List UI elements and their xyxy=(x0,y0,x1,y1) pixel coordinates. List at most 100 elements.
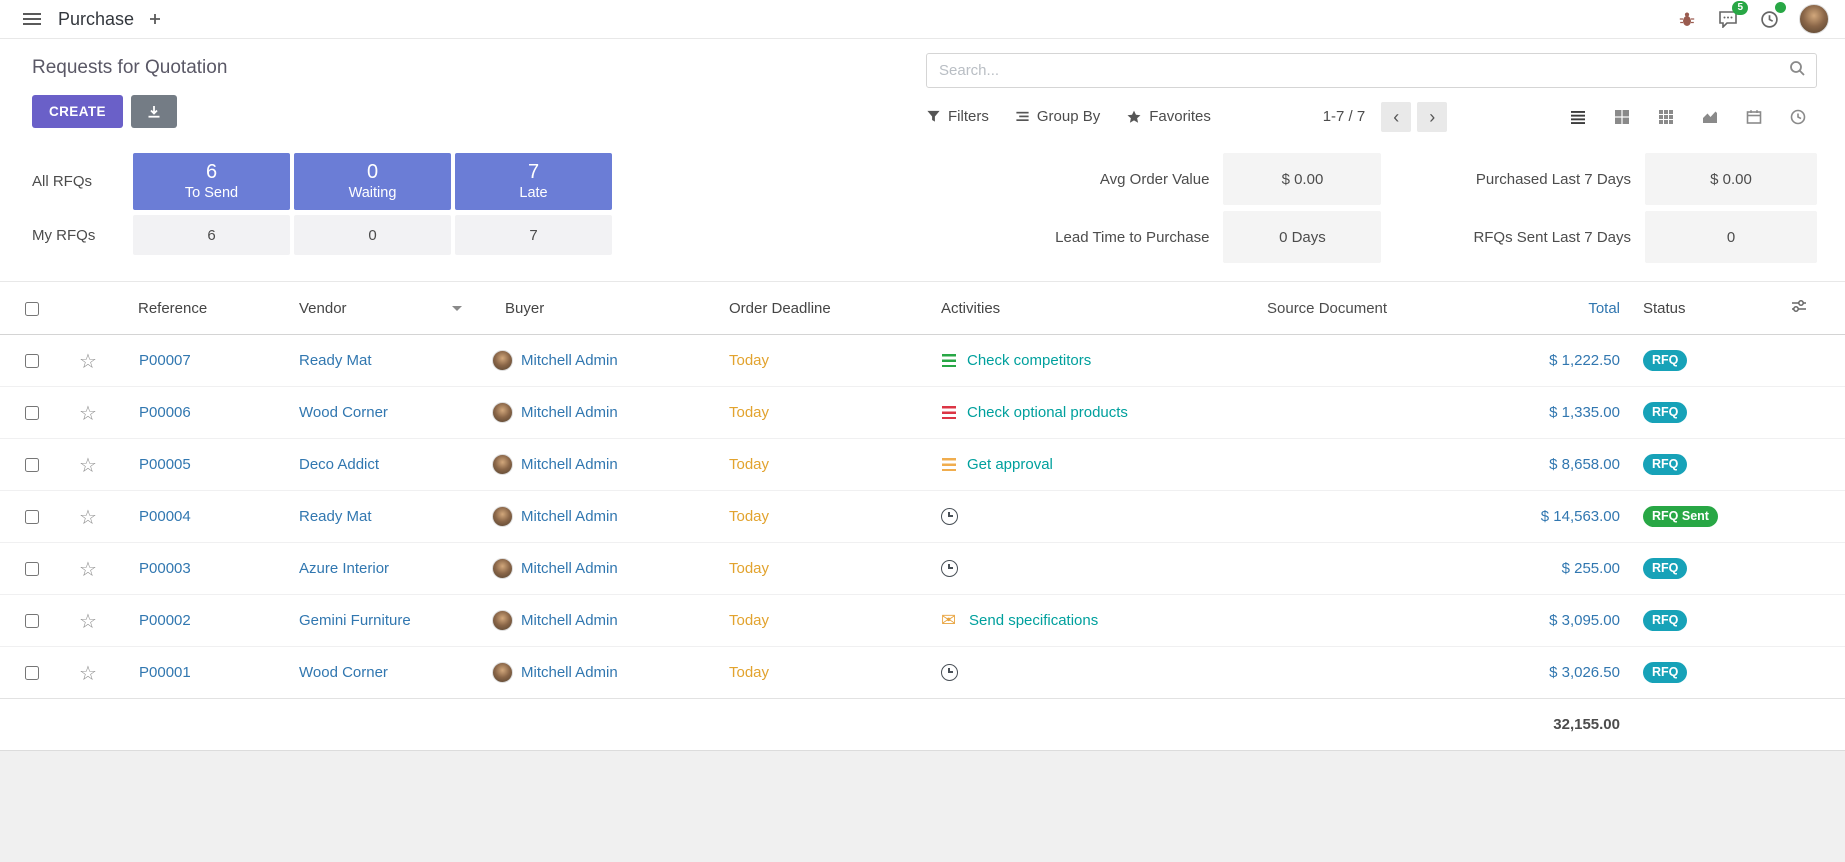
buyer-link[interactable]: Mitchell Admin xyxy=(521,456,618,473)
plus-icon[interactable] xyxy=(144,8,166,30)
table-row[interactable]: ☆ P00001 Wood Corner Mitchell Admin Toda… xyxy=(0,647,1845,699)
search-bar[interactable] xyxy=(926,53,1817,88)
activity-label[interactable]: Check optional products xyxy=(967,404,1128,421)
reference-link[interactable]: P00003 xyxy=(139,560,191,577)
vendor-link[interactable]: Gemini Furniture xyxy=(299,612,411,629)
column-header-source-document[interactable]: Source Document xyxy=(1240,282,1440,335)
vendor-link[interactable]: Ready Mat xyxy=(299,352,372,369)
table-row[interactable]: ☆ P00006 Wood Corner Mitchell Admin Toda… xyxy=(0,387,1845,439)
optional-columns-icon[interactable] xyxy=(1790,302,1808,319)
search-icon[interactable] xyxy=(1788,59,1806,82)
row-checkbox[interactable] xyxy=(25,406,39,420)
stat-value-avg-order-value[interactable]: $ 0.00 xyxy=(1223,153,1381,205)
late-label: Late xyxy=(519,184,547,203)
column-header-activities[interactable]: Activities xyxy=(914,282,1240,335)
tile-my-late[interactable]: 7 xyxy=(455,215,612,255)
column-header-buyer[interactable]: Buyer xyxy=(478,282,702,335)
table-row[interactable]: ☆ P00002 Gemini Furniture Mitchell Admin… xyxy=(0,595,1845,647)
view-calendar-button[interactable] xyxy=(1735,102,1773,132)
view-graph-button[interactable] xyxy=(1691,102,1729,132)
column-header-status[interactable]: Status xyxy=(1632,282,1752,335)
vendor-link[interactable]: Wood Corner xyxy=(299,664,388,681)
search-input[interactable] xyxy=(937,61,1788,80)
row-checkbox[interactable] xyxy=(25,614,39,628)
row-checkbox[interactable] xyxy=(25,562,39,576)
reference-link[interactable]: P00007 xyxy=(139,352,191,369)
column-header-order-deadline[interactable]: Order Deadline xyxy=(702,282,914,335)
row-checkbox[interactable] xyxy=(25,510,39,524)
view-list-button[interactable] xyxy=(1559,102,1597,132)
my-rfqs-label[interactable]: My RFQs xyxy=(32,215,129,255)
reference-link[interactable]: P00005 xyxy=(139,456,191,473)
tile-my-waiting[interactable]: 0 xyxy=(294,215,451,255)
buyer-link[interactable]: Mitchell Admin xyxy=(521,612,618,629)
buyer-link[interactable]: Mitchell Admin xyxy=(521,664,618,681)
view-activity-button[interactable] xyxy=(1779,102,1817,132)
favorite-star-icon[interactable]: ☆ xyxy=(79,661,97,685)
stat-value-rfqs-sent-last-7-days[interactable]: 0 xyxy=(1645,211,1817,263)
tile-to-send[interactable]: 6 To Send xyxy=(133,153,290,210)
activity-icon[interactable] xyxy=(941,352,958,369)
table-row[interactable]: ☆ P00004 Ready Mat Mitchell Admin Today … xyxy=(0,491,1845,543)
vendor-link[interactable]: Azure Interior xyxy=(299,560,389,577)
column-header-vendor[interactable]: Vendor xyxy=(272,282,478,335)
row-checkbox[interactable] xyxy=(25,354,39,368)
chevron-left-icon: ‹ xyxy=(1393,108,1399,126)
vendor-link[interactable]: Deco Addict xyxy=(299,456,379,473)
reference-link[interactable]: P00002 xyxy=(139,612,191,629)
pager-prev-button[interactable]: ‹ xyxy=(1381,102,1411,132)
row-checkbox[interactable] xyxy=(25,666,39,680)
view-pivot-button[interactable] xyxy=(1647,102,1685,132)
messages-icon[interactable]: 5 xyxy=(1714,6,1742,32)
activity-label[interactable]: Check competitors xyxy=(967,352,1091,369)
activity-icon[interactable] xyxy=(941,404,958,421)
vendor-link[interactable]: Ready Mat xyxy=(299,508,372,525)
create-button[interactable]: CREATE xyxy=(32,95,123,128)
tile-waiting[interactable]: 0 Waiting xyxy=(294,153,451,210)
activity-icon[interactable] xyxy=(941,612,960,629)
favorite-star-icon[interactable]: ☆ xyxy=(79,401,97,425)
apps-menu-icon[interactable] xyxy=(18,7,46,31)
activity-icon[interactable] xyxy=(941,560,958,577)
activities-clock-icon[interactable] xyxy=(1756,6,1783,33)
favorite-star-icon[interactable]: ☆ xyxy=(79,349,97,373)
table-row[interactable]: ☆ P00003 Azure Interior Mitchell Admin T… xyxy=(0,543,1845,595)
vendor-link[interactable]: Wood Corner xyxy=(299,404,388,421)
activity-icon[interactable] xyxy=(941,456,958,473)
favorite-star-icon[interactable]: ☆ xyxy=(79,609,97,633)
all-rfqs-label[interactable]: All RFQs xyxy=(32,153,129,210)
column-header-reference[interactable]: Reference xyxy=(112,282,272,335)
reference-link[interactable]: P00004 xyxy=(139,508,191,525)
reference-link[interactable]: P00006 xyxy=(139,404,191,421)
favorite-star-icon[interactable]: ☆ xyxy=(79,557,97,581)
table-row[interactable]: ☆ P00005 Deco Addict Mitchell Admin Toda… xyxy=(0,439,1845,491)
select-all-checkbox[interactable] xyxy=(25,302,39,316)
debug-bug-icon[interactable] xyxy=(1674,6,1700,32)
favorite-star-icon[interactable]: ☆ xyxy=(79,453,97,477)
column-header-total[interactable]: Total xyxy=(1440,282,1632,335)
favorite-star-icon[interactable]: ☆ xyxy=(79,505,97,529)
buyer-link[interactable]: Mitchell Admin xyxy=(521,404,618,421)
favorites-button[interactable]: Favorites xyxy=(1126,108,1211,125)
activity-label[interactable]: Get approval xyxy=(967,456,1053,473)
user-avatar[interactable] xyxy=(1799,4,1829,34)
buyer-link[interactable]: Mitchell Admin xyxy=(521,560,618,577)
tile-my-to-send[interactable]: 6 xyxy=(133,215,290,255)
buyer-link[interactable]: Mitchell Admin xyxy=(521,352,618,369)
filters-button[interactable]: Filters xyxy=(926,108,989,125)
buyer-link[interactable]: Mitchell Admin xyxy=(521,508,618,525)
stat-value-lead-time-to-purchase[interactable]: 0 Days xyxy=(1223,211,1381,263)
reference-link[interactable]: P00001 xyxy=(139,664,191,681)
row-checkbox[interactable] xyxy=(25,458,39,472)
group-by-button[interactable]: Group By xyxy=(1015,108,1100,125)
view-kanban-button[interactable] xyxy=(1603,102,1641,132)
stat-value-purchased-last-7-days[interactable]: $ 0.00 xyxy=(1645,153,1817,205)
export-button[interactable] xyxy=(131,95,177,128)
activity-icon[interactable] xyxy=(941,664,958,681)
activity-label[interactable]: Send specifications xyxy=(969,612,1098,629)
activity-icon[interactable] xyxy=(941,508,958,525)
app-name[interactable]: Purchase xyxy=(58,9,134,30)
table-row[interactable]: ☆ P00007 Ready Mat Mitchell Admin Today … xyxy=(0,335,1845,387)
tile-late[interactable]: 7 Late xyxy=(455,153,612,210)
pager-next-button[interactable]: › xyxy=(1417,102,1447,132)
